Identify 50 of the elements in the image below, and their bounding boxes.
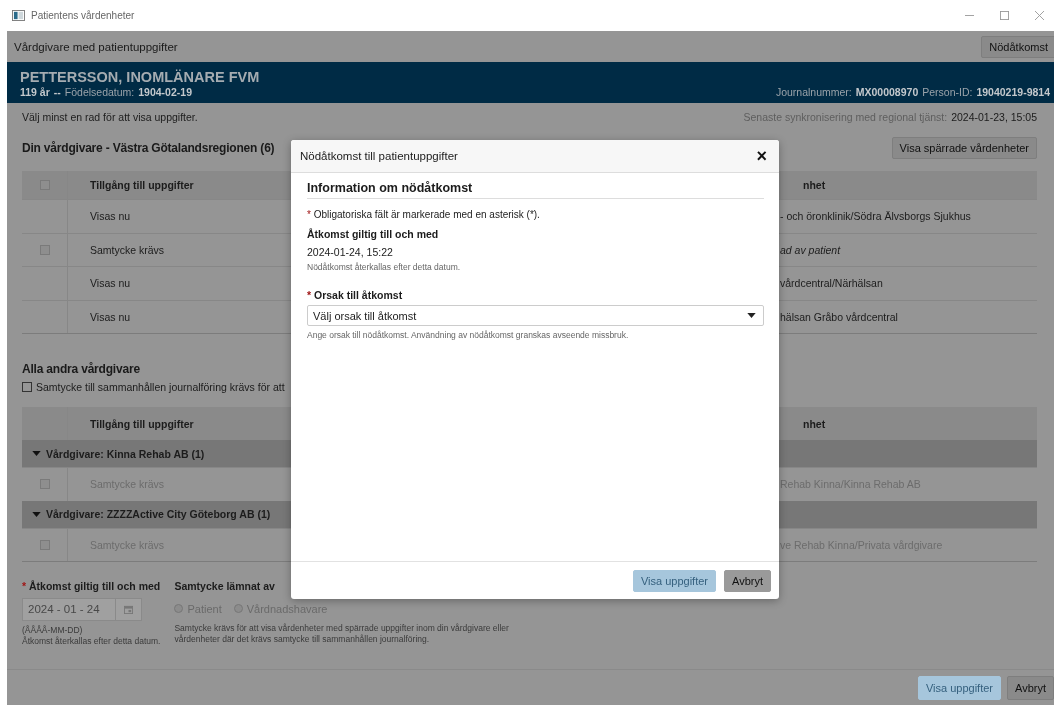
table-cell-text: ad av patient (780, 242, 842, 258)
field-label: Åtkomst giltig till och med (29, 580, 161, 592)
birth-date: 1904-02-19 (138, 86, 192, 98)
emergency-access-button[interactable]: Nödåtkomst (981, 35, 1054, 58)
patient-age: 119 år (20, 86, 50, 98)
reason-dropdown[interactable]: Välj orsak till åtkomst (307, 305, 764, 326)
birth-date-label: Födelsedatum: (64, 86, 135, 98)
table-cell-text: vårdcentral/Närhälsan (780, 276, 884, 292)
caret-icon (747, 313, 756, 318)
close-icon[interactable] (1035, 11, 1044, 20)
app-icon (12, 10, 25, 21)
checkbox[interactable] (39, 244, 50, 255)
column-header: nhet (780, 171, 1037, 199)
dialog-title: Nödåtkomst till patientuppgifter (300, 150, 458, 162)
checkbox[interactable] (22, 382, 32, 392)
hint-text: Ange orsak till nödåtkomst. Användning av nödåtkomst granskas avseende missbruk. (307, 330, 630, 340)
person-id-label: Person-ID: (922, 86, 973, 98)
instruction-text: Välj minst en rad för att visa uppgifter. (22, 111, 198, 123)
journal-number-label: Journalnummer: (775, 86, 852, 98)
person-id: 19040219-9814 (976, 86, 1050, 98)
sync-time: 2024-01-23, 15:05 (951, 111, 1037, 123)
hint-text: Åtkomst återkallas efter detta datum. (22, 636, 161, 647)
required-mark: * (307, 209, 311, 220)
section-title: Din vårdgivare - Västra Götalandsregionen (6) (22, 140, 275, 155)
field-value: 2024-01-24, 15:22 (307, 246, 394, 258)
maximize-icon[interactable] (1000, 11, 1009, 20)
field-label: Åtkomst giltig till och med (307, 228, 440, 240)
window-title: Patientens vårdenheter (31, 10, 135, 21)
show-blocked-units-button[interactable]: Visa spärrade vårdenheter (891, 136, 1037, 159)
section-title: Alla andra vårdgivare (22, 362, 141, 376)
patient-name: PETTERSSON, INOMLÄNARE FVM (20, 69, 260, 86)
hint-text: Nödåtkomst återkallas efter detta datum. (307, 262, 462, 272)
hint-text: Samtycke krävs för att visa vårdenheter med spärrade uppgifter inom din vårdgivare eller vårdenheter där det krävs samtycke till sammanhållen journalföring. (174, 623, 510, 645)
table-cell-text: - och öronklinik/Södra Älvsborgs Sjukhus (780, 209, 972, 225)
toolbar-title: Vårdgivare med patientuppgifter (14, 40, 178, 53)
field-label: Samtycke lämnat av (174, 580, 276, 592)
required-mark: * (307, 289, 312, 301)
section-title: Information om nödåtkomst (307, 181, 764, 199)
field-label: Orsak till åtkomst (314, 289, 403, 301)
dialog-button[interactable]: Avbryt (724, 569, 771, 592)
required-mark: * (22, 580, 27, 592)
close-button[interactable]: × (752, 147, 771, 165)
checkbox-label: Samtycke till sammanhållen journalföring krävs för att (36, 381, 285, 393)
date-format-hint: (ÅÅÅÅ-MM-DD) (22, 625, 84, 636)
journal-number: MX00008970 (855, 86, 919, 98)
required-note: Obligatoriska fält är markerade med en asterisk (*). (313, 209, 540, 220)
separator-text: -- (53, 86, 61, 98)
calendar-icon (124, 605, 133, 614)
footer-button[interactable]: Avbryt (1007, 675, 1054, 700)
table-cell-text: hälsan Gråbo vårdcentral (780, 309, 899, 325)
